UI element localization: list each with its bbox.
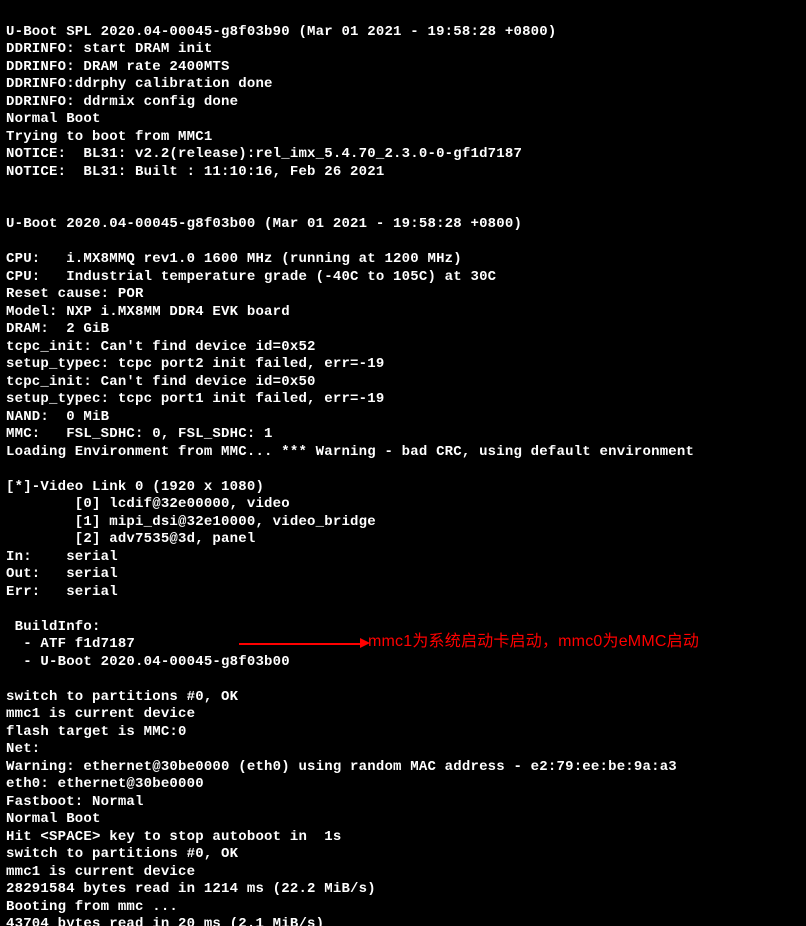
terminal-line: Model: NXP i.MX8MM DDR4 EVK board — [6, 304, 796, 322]
terminal-line: switch to partitions #0, OK — [6, 846, 796, 864]
terminal-line: Loading Environment from MMC... *** Warn… — [6, 444, 796, 462]
terminal-line: Booting from mmc ... — [6, 899, 796, 917]
terminal-output: U-Boot SPL 2020.04-00045-g8f03b90 (Mar 0… — [0, 0, 806, 926]
terminal-line: Out: serial — [6, 566, 796, 584]
terminal-line: 43704 bytes read in 20 ms (2.1 MiB/s) — [6, 916, 796, 926]
terminal-line: NAND: 0 MiB — [6, 409, 796, 427]
terminal-line: BuildInfo: — [6, 619, 796, 637]
terminal-line: [0] lcdif@32e00000, video — [6, 496, 796, 514]
terminal-line: Err: serial — [6, 584, 796, 602]
terminal-line: DDRINFO: start DRAM init — [6, 41, 796, 59]
terminal-line: flash target is MMC:0 — [6, 724, 796, 742]
terminal-line: Normal Boot — [6, 111, 796, 129]
terminal-line: NOTICE: BL31: v2.2(release):rel_imx_5.4.… — [6, 146, 796, 164]
terminal-line: MMC: FSL_SDHC: 0, FSL_SDHC: 1 — [6, 426, 796, 444]
terminal-line: [2] adv7535@3d, panel — [6, 531, 796, 549]
terminal-line: eth0: ethernet@30be0000 — [6, 776, 796, 794]
terminal-line: NOTICE: BL31: Built : 11:10:16, Feb 26 2… — [6, 164, 796, 182]
terminal-line: DDRINFO:ddrphy calibration done — [6, 76, 796, 94]
terminal-line: DRAM: 2 GiB — [6, 321, 796, 339]
terminal-line: switch to partitions #0, OK — [6, 689, 796, 707]
terminal-line: Normal Boot — [6, 811, 796, 829]
terminal-line: mmc1 is current device — [6, 864, 796, 882]
terminal-line — [6, 461, 796, 479]
terminal-line: [*]-Video Link 0 (1920 x 1080) — [6, 479, 796, 497]
terminal-line: Hit <SPACE> key to stop autoboot in 1s — [6, 829, 796, 847]
terminal-line: Net: — [6, 741, 796, 759]
terminal-line: In: serial — [6, 549, 796, 567]
terminal-line: tcpc_init: Can't find device id=0x50 — [6, 374, 796, 392]
terminal-line: mmc1 is current device — [6, 706, 796, 724]
terminal-line: Fastboot: Normal — [6, 794, 796, 812]
terminal-line: tcpc_init: Can't find device id=0x52 — [6, 339, 796, 357]
terminal-line: - U-Boot 2020.04-00045-g8f03b00 — [6, 654, 796, 672]
terminal-line: DDRINFO: ddrmix config done — [6, 94, 796, 112]
terminal-line — [6, 671, 796, 689]
terminal-line: U-Boot 2020.04-00045-g8f03b00 (Mar 01 20… — [6, 216, 796, 234]
terminal-line: setup_typec: tcpc port2 init failed, err… — [6, 356, 796, 374]
terminal-line: Reset cause: POR — [6, 286, 796, 304]
terminal-line — [6, 181, 796, 199]
terminal-line: - ATF f1d7187 — [6, 636, 796, 654]
terminal-line: U-Boot SPL 2020.04-00045-g8f03b90 (Mar 0… — [6, 24, 796, 42]
terminal-line — [6, 199, 796, 217]
terminal-line: Warning: ethernet@30be0000 (eth0) using … — [6, 759, 796, 777]
terminal-line: DDRINFO: DRAM rate 2400MTS — [6, 59, 796, 77]
terminal-line: CPU: Industrial temperature grade (-40C … — [6, 269, 796, 287]
terminal-line: [1] mipi_dsi@32e10000, video_bridge — [6, 514, 796, 532]
terminal-line: 28291584 bytes read in 1214 ms (22.2 MiB… — [6, 881, 796, 899]
terminal-line — [6, 601, 796, 619]
terminal-line: setup_typec: tcpc port1 init failed, err… — [6, 391, 796, 409]
terminal-line: Trying to boot from MMC1 — [6, 129, 796, 147]
terminal-line: CPU: i.MX8MMQ rev1.0 1600 MHz (running a… — [6, 251, 796, 269]
terminal-line — [6, 234, 796, 252]
